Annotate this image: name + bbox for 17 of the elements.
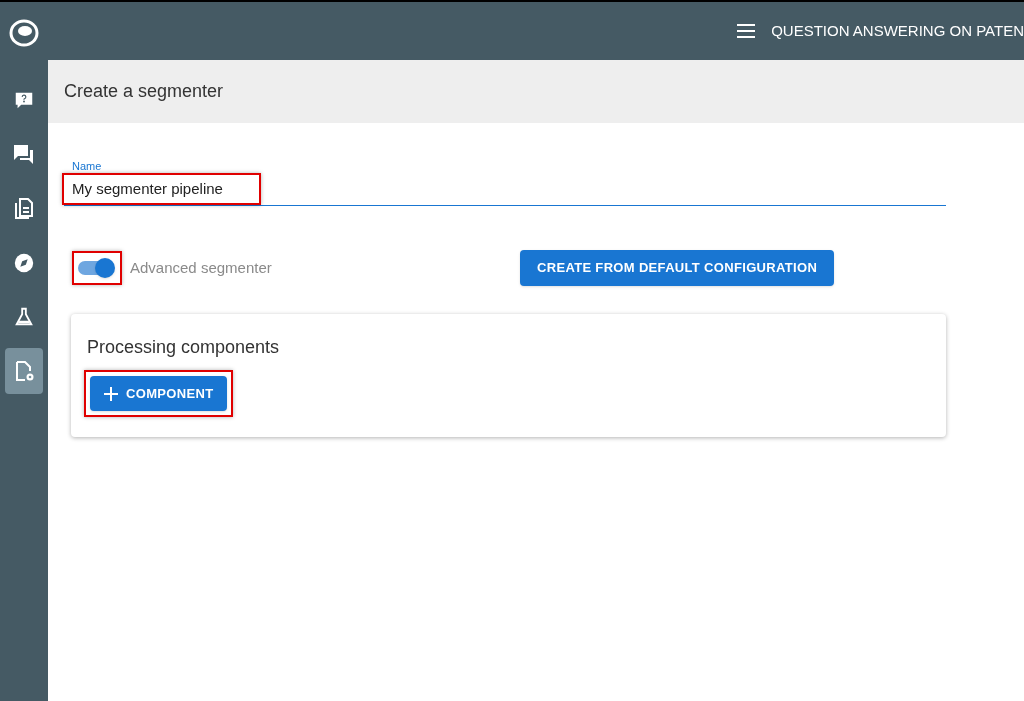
flask-icon (13, 306, 35, 328)
advanced-toggle[interactable] (78, 257, 116, 279)
card-title: Processing components (87, 336, 281, 359)
toggle-label: Advanced segmenter (130, 257, 272, 278)
compass-icon (13, 252, 35, 274)
sidebar-item[interactable] (5, 348, 43, 394)
menu-icon[interactable] (737, 24, 756, 38)
app-title: QUESTION ANSWERING ON PATEN (771, 20, 1024, 41)
name-field[interactable]: Name My segmenter pipeline (64, 159, 946, 206)
eye-logo-icon (9, 18, 39, 48)
create-default-button[interactable]: CREATE FROM DEFAULT CONFIGURATION (520, 250, 835, 286)
page-title: Create a segmenter (64, 80, 224, 103)
plus-icon (104, 386, 118, 401)
documents-icon (12, 197, 36, 221)
add-component-button[interactable]: COMPONENT (90, 376, 228, 411)
field-label: Name (71, 159, 102, 173)
field-value: My segmenter pipeline (72, 179, 223, 199)
